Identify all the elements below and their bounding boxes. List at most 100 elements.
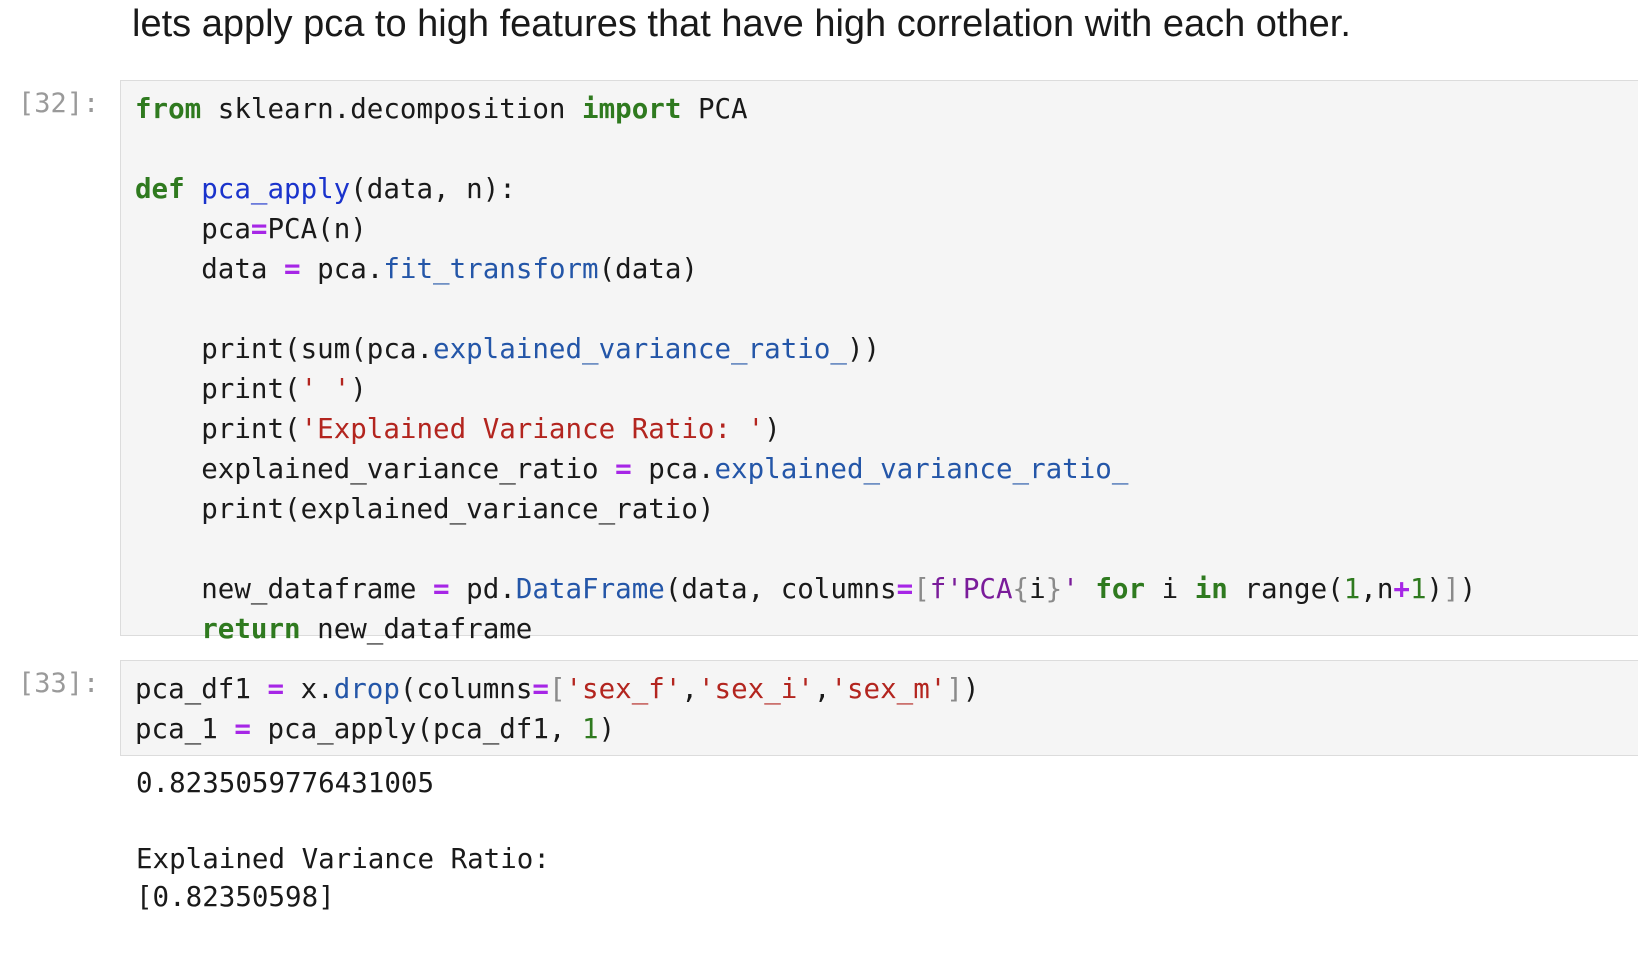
code-token: import — [582, 93, 682, 125]
cell-prompt: [33]: — [18, 668, 100, 699]
code-token: 'sex_f' — [565, 673, 682, 705]
code-token: 'sex_i' — [697, 673, 814, 705]
code-token: 1 — [1409, 573, 1427, 605]
code-token: pd. — [449, 573, 516, 605]
code-token: ) — [962, 673, 980, 705]
code-token: 1 — [582, 713, 599, 745]
code-token: pca_apply(pca_df1, — [250, 713, 583, 745]
output-line: Explained Variance Ratio: — [136, 843, 550, 875]
code-line: pca_df1 = x.drop(columns=['sex_f','sex_i… — [135, 669, 979, 709]
code-token: in — [1194, 573, 1228, 605]
code-token: print(sum(pca. — [135, 333, 434, 365]
code-token: i — [1145, 573, 1195, 605]
markdown-cell-text: lets apply pca to high features that hav… — [132, 3, 1351, 45]
code-token: ] — [1443, 573, 1460, 605]
code-token: new_dataframe — [300, 613, 533, 645]
code-token: sklearn.decomposition — [201, 93, 583, 125]
code-token: i — [1029, 573, 1046, 605]
code-token: } — [1045, 573, 1063, 605]
code-token: { — [1012, 573, 1030, 605]
code-token: pca — [135, 213, 251, 245]
code-token: 'Explained Variance Ratio: ' — [300, 413, 765, 445]
code-token: + — [1393, 573, 1410, 605]
code-token: pca_apply — [201, 173, 351, 205]
code-line: print('Explained Variance Ratio: ') — [135, 409, 1476, 449]
code-token: = — [284, 253, 301, 285]
code-line: explained_variance_ratio = pca.explained… — [135, 449, 1476, 489]
code-token: ) — [1459, 573, 1477, 605]
code-token: for — [1095, 573, 1146, 605]
code-token: explained_variance_ratio_ — [714, 453, 1129, 485]
code-line: new_dataframe = pd.DataFrame(data, colum… — [135, 569, 1476, 609]
code-token: pca. — [631, 453, 715, 485]
code-line: pca_1 = pca_apply(pca_df1, 1) — [135, 709, 979, 749]
code-token: = — [250, 213, 268, 245]
code-token: print(explained_variance_ratio) — [135, 493, 715, 525]
code-token: fit_transform — [383, 253, 599, 285]
code-token: [ — [913, 573, 930, 605]
code-line: print(' ') — [135, 369, 1476, 409]
code-line: print(sum(pca.explained_variance_ratio_)… — [135, 329, 1476, 369]
code-token: drop — [333, 673, 400, 705]
code-token: data — [135, 253, 285, 285]
code-token: = — [532, 673, 549, 705]
code-token: PCA(n) — [267, 213, 367, 245]
code-token: (data) — [598, 253, 698, 285]
code-token: ) — [350, 373, 367, 405]
code-token: , — [681, 673, 698, 705]
code-token: (columns — [399, 673, 533, 705]
output-line: 0.8235059776431005 — [136, 767, 435, 799]
code-token: 'sex_m' — [830, 673, 947, 705]
code-token: ] — [946, 673, 963, 705]
code-token: = — [267, 673, 285, 705]
code-token: ,n — [1360, 573, 1394, 605]
code-token: range( — [1227, 573, 1344, 605]
code-token: explained_variance_ratio_ — [433, 333, 847, 365]
code-token: print( — [135, 413, 301, 445]
code-token: = — [896, 573, 914, 605]
code-token: = — [433, 573, 450, 605]
code-token: pca_1 — [135, 713, 235, 745]
code-token: x. — [284, 673, 334, 705]
code-token: ) — [764, 413, 781, 445]
code-token: new_dataframe — [135, 573, 434, 605]
code-token: DataFrame — [515, 573, 665, 605]
code-token: f'PCA — [929, 573, 1013, 605]
code-token: print( — [135, 373, 301, 405]
cell-input-area[interactable]: pca_df1 = x.drop(columns=['sex_f','sex_i… — [120, 660, 1638, 756]
code-token: pca_df1 — [135, 673, 268, 705]
code-editor[interactable]: from sklearn.decomposition import PCA de… — [135, 89, 1476, 649]
code-token: [ — [548, 673, 566, 705]
code-line: data = pca.fit_transform(data) — [135, 249, 1476, 289]
code-line: def pca_apply(data, n): — [135, 169, 1476, 209]
code-line: print(explained_variance_ratio) — [135, 489, 1476, 529]
code-line: return new_dataframe — [135, 609, 1476, 649]
cell-prompt: [32]: — [18, 88, 100, 119]
code-token: from — [135, 93, 202, 125]
code-token: pca. — [300, 253, 384, 285]
code-editor[interactable]: pca_df1 = x.drop(columns=['sex_f','sex_i… — [135, 669, 979, 749]
code-token: def — [135, 173, 185, 205]
code-token: , — [813, 673, 831, 705]
code-token: (data, n): — [350, 173, 516, 205]
code-token: (data, columns — [664, 573, 897, 605]
code-token: ) — [1426, 573, 1444, 605]
code-token: )) — [846, 333, 881, 365]
code-token: ' ' — [300, 373, 351, 405]
code-token: ) — [598, 713, 616, 745]
code-token: = — [234, 713, 251, 745]
code-line: from sklearn.decomposition import PCA — [135, 89, 1476, 129]
code-token: explained_variance_ratio — [135, 453, 616, 485]
cell-input-area[interactable]: from sklearn.decomposition import PCA de… — [120, 80, 1638, 645]
code-token: ' — [1062, 573, 1079, 605]
output-line: [0.82350598] — [136, 881, 335, 913]
code-token: = — [615, 453, 632, 485]
code-token: PCA — [681, 93, 748, 125]
